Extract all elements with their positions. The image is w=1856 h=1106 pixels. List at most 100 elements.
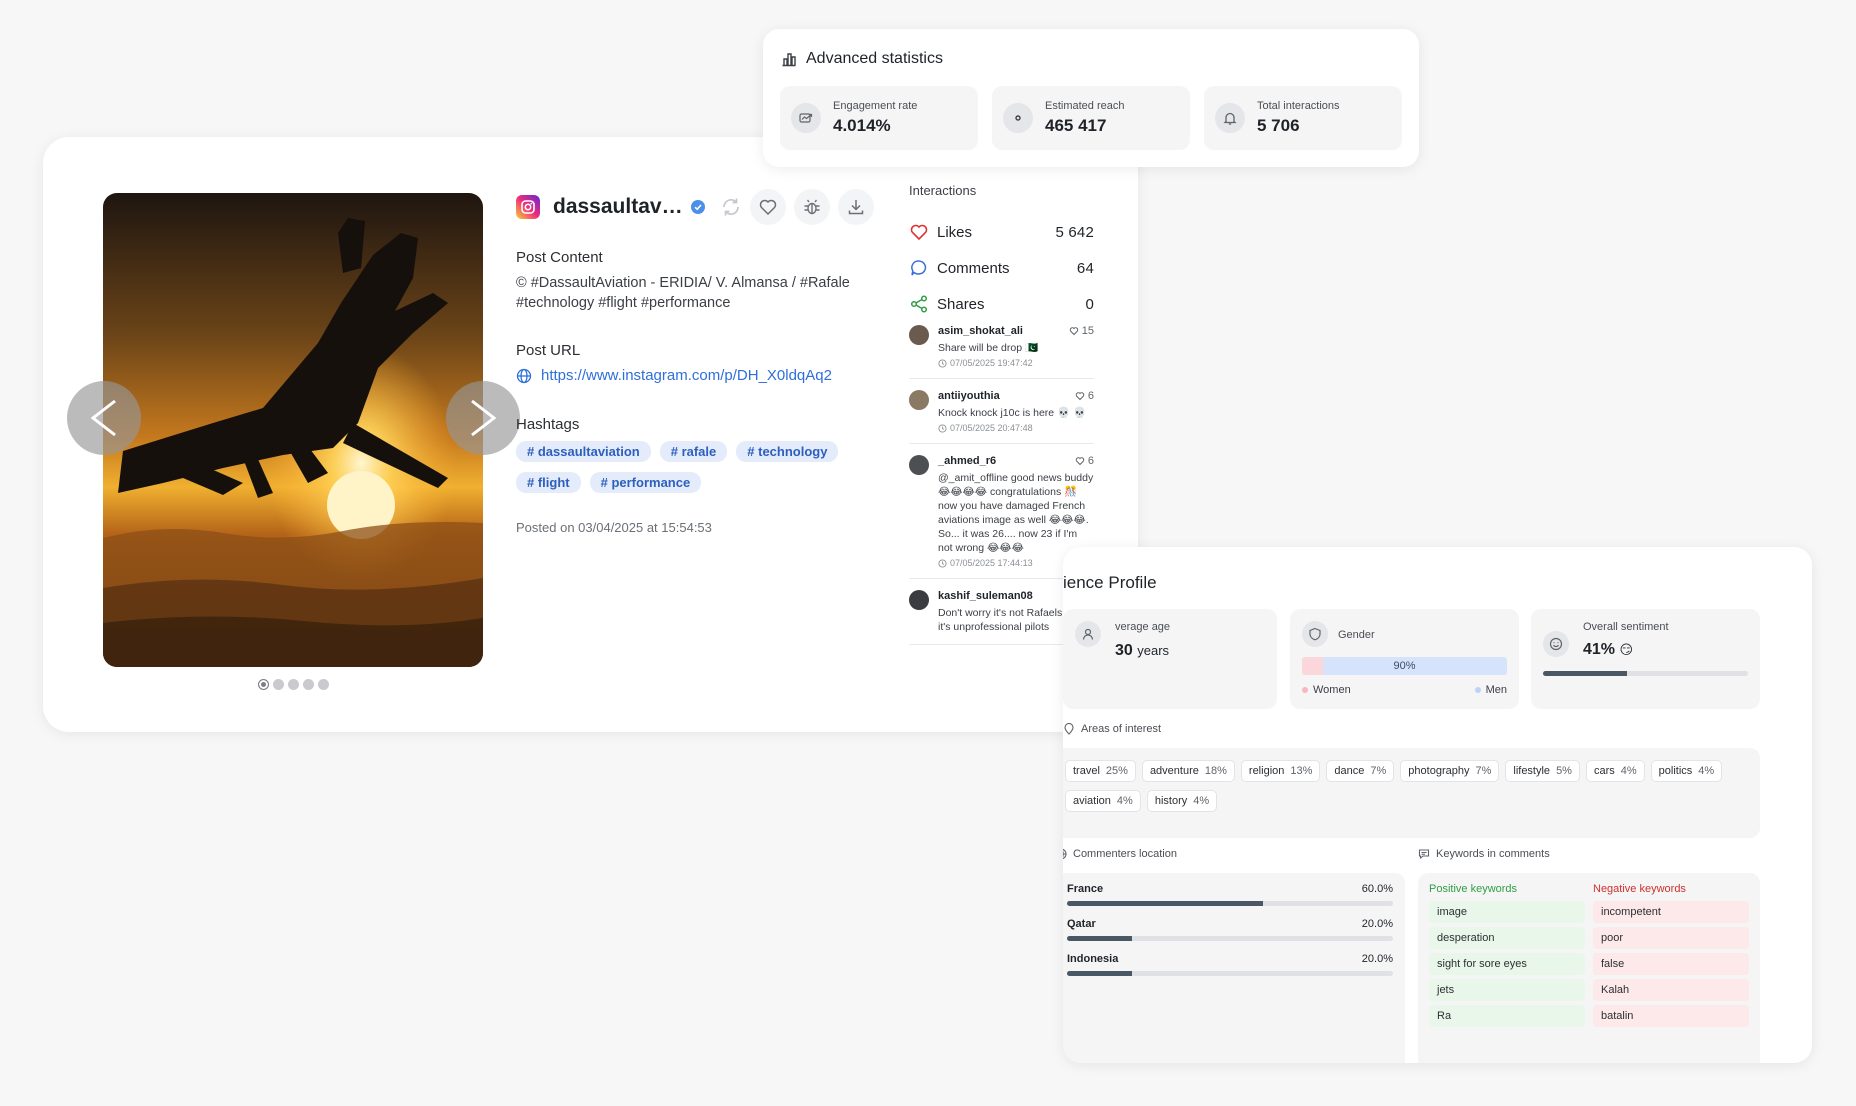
clock-icon (938, 358, 947, 368)
hashtag-chip[interactable]: # dassaultaviation (516, 441, 651, 462)
negative-keywords: Negative keywords incompetent poor false Ka… (1593, 883, 1749, 1063)
interest-name: cars (1593, 765, 1615, 777)
hashtag-text: dassaultaviation (537, 444, 640, 459)
location-header-row: Qatar 20.0% (1067, 918, 1393, 930)
average-age-number: 30 (1115, 642, 1133, 659)
comment-timestamp: 07/05/2025 20:47:48 (950, 423, 1033, 433)
carousel-prev-button[interactable] (67, 381, 141, 455)
heart-icon (759, 199, 777, 216)
keywords-box: Positive keywords image desperation sight … (1418, 873, 1760, 1063)
interactions-panel: Interactions Likes 5 642 Comments 64 Sha… (909, 183, 1094, 322)
negative-keyword: batalin (1593, 1005, 1749, 1027)
carousel-dot[interactable] (258, 679, 269, 690)
bell-icon (1215, 103, 1245, 133)
interest-percent: 25% (1105, 765, 1128, 777)
sunset-jet-image (103, 193, 483, 667)
audience-profile-content: ience Profile verage age 30 years Gender… (1063, 547, 1812, 1063)
interest-name: lifestyle (1513, 765, 1551, 777)
carousel-next-button[interactable] (446, 381, 520, 455)
hashtag-text: technology (758, 444, 828, 459)
interest-percent: 4% (1116, 795, 1133, 807)
location-row: Qatar 20.0% (1067, 918, 1393, 941)
post-url-link[interactable]: https://www.instagram.com/p/DH_X0ldqAq2 (541, 367, 832, 384)
carousel-dot[interactable] (318, 679, 329, 690)
post-image (103, 193, 483, 667)
comment-item: asim_shokat_ali 15 Share will be drop 🇵🇰 07… (909, 315, 1094, 379)
location-header-row: Indonesia 20.0% (1067, 953, 1393, 965)
negative-keyword: incompetent (1593, 901, 1749, 923)
location-bar (1067, 901, 1393, 906)
pin-icon (1064, 723, 1074, 735)
comment-likes-count: 6 (1087, 455, 1094, 467)
sentiment-label: Overall sentiment (1583, 621, 1669, 633)
sentiment-bar-fill (1543, 671, 1628, 676)
share-icon (910, 295, 928, 313)
comment-username[interactable]: _ahmed_r6 (938, 455, 996, 467)
gender-women-label: Women (1313, 684, 1351, 696)
avatar (909, 455, 929, 475)
comment-text: Share will be drop 🇵🇰 (938, 342, 1039, 354)
avatar (909, 590, 929, 610)
comment-username[interactable]: antiiyouthia (938, 390, 1000, 402)
likes-row: Likes 5 642 (909, 214, 1094, 250)
interest-percent: 13% (1290, 765, 1313, 777)
carousel-dot[interactable] (273, 679, 284, 690)
comment-likes-count: 6 (1087, 390, 1094, 402)
average-age-value: 30 years (1115, 642, 1169, 660)
interest-chip: adventure 18% (1141, 760, 1235, 782)
carousel-dot[interactable] (303, 679, 314, 690)
hashtag-list: # dassaultaviation # rafale # technology # … (516, 441, 856, 493)
hashtag-text: performance (611, 475, 691, 490)
keywords-title: Keywords in comments (1436, 848, 1550, 860)
estimated-reach-box: Estimated reach 465 417 (992, 86, 1190, 150)
sentiment-emoji: 😏 (1619, 642, 1634, 657)
hash-icon: # (527, 444, 538, 459)
hash-icon: # (527, 475, 538, 490)
download-button[interactable] (838, 189, 874, 225)
location-name: France (1067, 883, 1104, 895)
interactions-title: Interactions (909, 183, 977, 198)
comment-username[interactable]: asim_shokat_ali (938, 325, 1023, 337)
comments-row: Comments 64 (909, 250, 1094, 286)
positive-keyword: image (1429, 901, 1585, 923)
shares-label: Shares (937, 295, 985, 313)
shares-value: 0 (1085, 295, 1094, 313)
hashtag-chip[interactable]: # technology (736, 441, 839, 462)
sentiment-bar (1543, 671, 1748, 676)
engagement-rate-value: 4.014% (833, 116, 891, 135)
favorite-button[interactable] (750, 189, 786, 225)
interest-name: travel (1073, 765, 1100, 777)
interest-percent: 4% (1698, 765, 1715, 777)
hashtag-chip[interactable]: # rafale (659, 441, 728, 462)
average-age-label: verage age (1115, 621, 1171, 633)
comment-likes-count: 15 (1081, 325, 1094, 337)
interest-name: history (1154, 795, 1188, 807)
interest-percent: 5% (1556, 765, 1572, 777)
comment-body: antiiyouthia 6 Knock knock j10c is here 💀 … (938, 390, 1094, 433)
interests-list: travel 25% adventure 18% religion 13% dance 7% p… (1063, 748, 1760, 838)
target-icon (1003, 103, 1033, 133)
report-bug-button[interactable] (794, 189, 830, 225)
interest-chip: politics 4% (1650, 760, 1723, 782)
comments-label: Comments (937, 259, 1010, 277)
positive-keyword: jets (1429, 979, 1585, 1001)
hashtag-text: rafale (681, 444, 717, 459)
carousel-dot[interactable] (288, 679, 299, 690)
refresh-icon[interactable] (720, 196, 742, 218)
post-url-row: https://www.instagram.com/p/DH_X0ldqAq2 (516, 367, 832, 384)
bug-icon (804, 199, 820, 215)
hashtags-title: Hashtags (516, 416, 580, 433)
comment-header: asim_shokat_ali 15 (938, 325, 1094, 337)
sentiment-number: 41% (1583, 641, 1616, 658)
verified-icon (691, 200, 705, 214)
interest-chip: cars 4% (1585, 760, 1645, 782)
comment-username[interactable]: kashif_suleman08 (938, 590, 1033, 602)
comment-item: antiiyouthia 6 Knock knock j10c is here 💀 … (909, 379, 1094, 444)
post-url-title: Post URL (516, 342, 581, 359)
hashtag-chip[interactable]: # performance (589, 472, 702, 493)
total-interactions-value: 5 706 (1257, 116, 1300, 135)
interest-chip: photography 7% (1400, 760, 1500, 782)
heart-icon (1075, 457, 1085, 466)
gender-bar-women (1302, 657, 1323, 675)
hashtag-chip[interactable]: # flight (516, 472, 581, 493)
